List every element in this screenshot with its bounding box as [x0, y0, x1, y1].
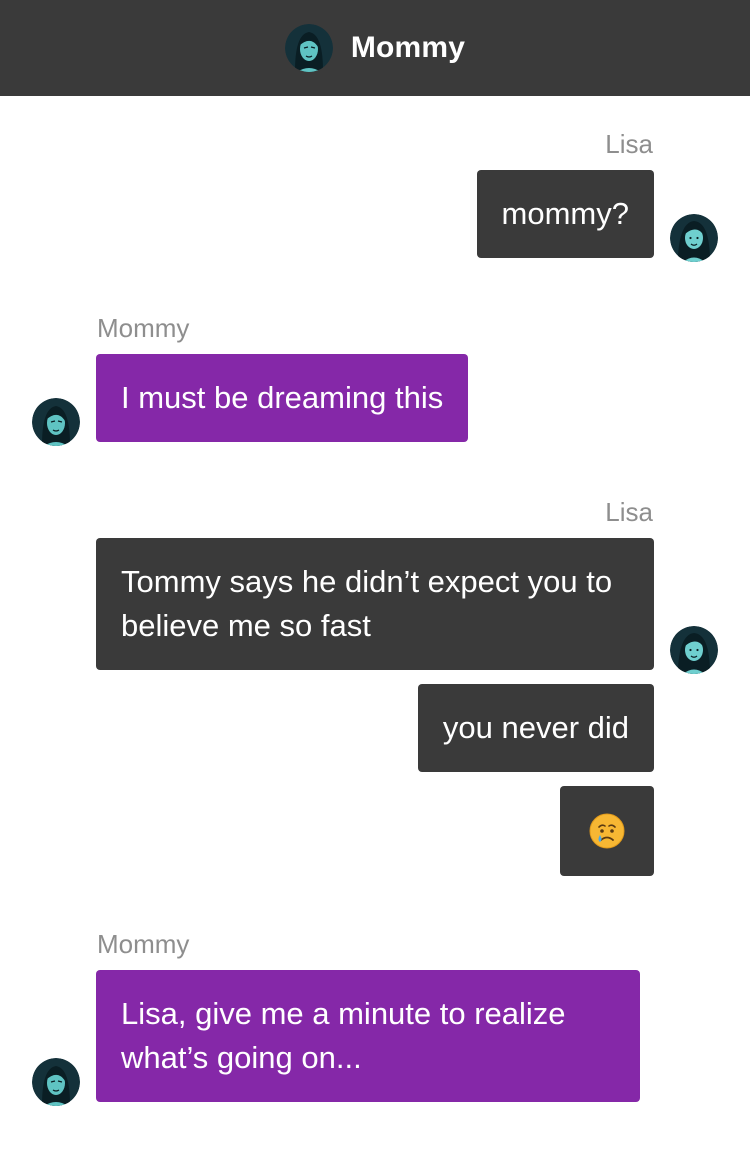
mommy-avatar-icon[interactable]	[32, 1058, 80, 1106]
sender-label-lisa: Lisa	[605, 497, 653, 527]
mommy-avatar-icon[interactable]	[285, 24, 333, 72]
message-bubble-mommy[interactable]: I must be dreaming this	[96, 354, 469, 442]
message-bubble-mommy[interactable]: Lisa, give me a minute to realize what’s…	[96, 970, 640, 1102]
crying-face-emoji	[589, 813, 625, 849]
chat-title: Mommy	[350, 31, 466, 64]
message-bubble-lisa[interactable]: you never did	[417, 684, 654, 772]
sender-label-lisa: Lisa	[605, 129, 653, 159]
message-bubble-lisa-emoji[interactable]	[560, 786, 654, 876]
lisa-avatar-icon[interactable]	[670, 626, 718, 674]
message-bubble-lisa[interactable]: mommy?	[476, 170, 654, 258]
message-bubble-lisa[interactable]: Tommy says he didn’t expect you to belie…	[96, 538, 654, 670]
chat-header: Mommy	[0, 0, 750, 96]
sender-label-mommy: Mommy	[97, 313, 190, 343]
sender-label-mommy: Mommy	[97, 929, 190, 959]
lisa-avatar-icon[interactable]	[670, 214, 718, 262]
mommy-avatar-icon[interactable]	[32, 398, 80, 446]
